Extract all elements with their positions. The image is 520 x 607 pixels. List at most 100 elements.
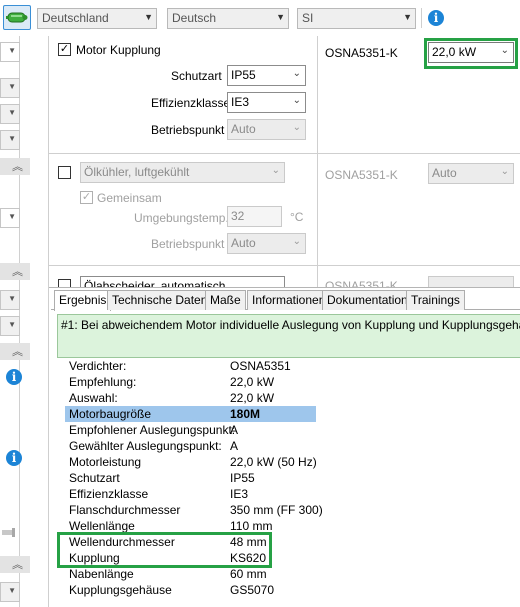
- result-value: A: [230, 439, 239, 453]
- ambient-temp-label: Umgebungstemp.: [134, 211, 229, 225]
- chevron-down-icon: ▼: [276, 12, 285, 22]
- result-label: Gewählter Auslegungspunkt:: [69, 439, 222, 453]
- result-value: 22,0 kW (50 Hz): [230, 455, 317, 469]
- result-value: 350 mm (FF 300): [230, 503, 323, 517]
- efficiency-class-value: IE3: [231, 95, 250, 109]
- motor-power-select[interactable]: 22,0 kW ⌄: [428, 42, 514, 63]
- compressor-tool-button[interactable]: [3, 5, 31, 30]
- left-select-3[interactable]: ▼: [0, 104, 20, 124]
- chevron-down-icon: ⌄: [271, 165, 280, 176]
- results-tabs: Ergebnis Technische Daten Maße Informati…: [51, 290, 520, 311]
- splitter-grip-icon: [2, 528, 15, 537]
- collapse-bar-3[interactable]: ︽: [0, 343, 30, 360]
- info-icon[interactable]: i: [6, 450, 22, 466]
- chevron-down-icon: ⌄: [292, 236, 301, 247]
- language-select[interactable]: Deutsch ▼: [167, 8, 289, 29]
- double-chevron-up-icon: ︽: [12, 346, 23, 358]
- info-icon[interactable]: i: [428, 10, 444, 26]
- efficiency-class-label: Effizienzklasse: [151, 96, 231, 110]
- result-label: Verdichter:: [69, 359, 127, 373]
- result-message: #1: Bei abweichendem Motor individuelle …: [57, 314, 520, 358]
- chevron-down-icon: ▼: [8, 212, 16, 221]
- chevron-down-icon: ⌄: [500, 166, 509, 177]
- chevron-down-icon: ⌄: [292, 95, 301, 106]
- collapse-bar-1[interactable]: ︽: [0, 158, 30, 175]
- toolbar-divider: [421, 8, 422, 28]
- motor-power-value: 22,0 kW: [432, 45, 477, 59]
- tab-technical-data[interactable]: Technische Daten: [107, 290, 213, 310]
- result-value: A: [230, 423, 239, 437]
- tab-dimensions[interactable]: Maße: [205, 290, 246, 310]
- result-label: Wellenlänge: [69, 519, 135, 533]
- country-select[interactable]: Deutschland ▼: [37, 8, 157, 29]
- chevron-down-icon: ▼: [403, 12, 412, 22]
- top-toolbar: Deutschland ▼ Deutsch ▼ SI ▼ i: [0, 0, 520, 36]
- result-value: OSNA5351: [230, 359, 291, 373]
- shared-checkbox[interactable]: ✓: [80, 191, 93, 204]
- result-value: 22,0 kW: [230, 375, 275, 389]
- left-select-4[interactable]: ▼: [0, 130, 20, 150]
- result-label: Empfehlung:: [69, 375, 137, 389]
- left-select-7[interactable]: ▼: [0, 316, 20, 336]
- protection-class-select[interactable]: IP55 ⌄: [227, 65, 306, 86]
- country-select-value: Deutschland: [42, 11, 109, 25]
- chevron-down-icon: ▼: [8, 82, 16, 91]
- double-chevron-up-icon: ︽: [12, 161, 23, 173]
- tab-documentation[interactable]: Dokumentation: [322, 290, 413, 310]
- shared-label: Gemeinsam: [97, 191, 162, 205]
- oil-cooler-type-value: Ölkühler, luftgekühlt: [84, 165, 190, 179]
- oil-cooler-checkbox[interactable]: [58, 166, 71, 179]
- oil-cooler-power-value: Auto: [432, 166, 457, 180]
- chevron-down-icon: ⌄: [292, 122, 301, 133]
- units-select[interactable]: SI ▼: [297, 8, 416, 29]
- left-select-2[interactable]: ▼: [0, 78, 20, 98]
- oil-cooler-operating-point-select[interactable]: Auto ⌄: [227, 233, 306, 254]
- chevron-down-icon: ⌄: [500, 45, 509, 56]
- operating-point-select[interactable]: Auto ⌄: [227, 119, 306, 140]
- tab-result[interactable]: Ergebnis: [54, 290, 112, 311]
- units-select-value: SI: [302, 11, 314, 25]
- chevron-down-icon: ▼: [144, 12, 153, 22]
- left-select-6[interactable]: ▼: [0, 290, 20, 310]
- coupling-highlight-box: [57, 532, 272, 568]
- oil-cooler-power-select[interactable]: Auto ⌄: [428, 163, 514, 184]
- double-chevron-up-icon: ︽: [12, 266, 23, 278]
- collapse-bar-2[interactable]: ︽: [0, 263, 30, 280]
- operating-point-label: Betriebspunkt: [151, 123, 225, 137]
- splitter-handle[interactable]: [2, 527, 20, 539]
- chevron-down-icon: ▼: [8, 586, 16, 595]
- compressor-icon: [6, 12, 28, 23]
- language-select-value: Deutsch: [172, 11, 217, 25]
- info-icon[interactable]: i: [6, 369, 22, 385]
- ambient-temp-input[interactable]: 32: [227, 206, 282, 227]
- result-label: Motorleistung: [69, 455, 142, 469]
- chevron-down-icon: ⌄: [292, 68, 301, 79]
- result-label: Effizienzklasse: [69, 487, 149, 501]
- result-label: Nabenlänge: [69, 567, 134, 581]
- left-select-1[interactable]: ▼: [0, 42, 20, 62]
- oil-cooler-model-label: OSNA5351-K: [325, 168, 398, 182]
- motor-coupling-checkbox[interactable]: ✓: [58, 43, 71, 56]
- protection-class-value: IP55: [231, 68, 256, 82]
- result-value: IP55: [230, 471, 255, 485]
- tab-information[interactable]: Informationen: [247, 290, 331, 310]
- grid-row-divider: [49, 153, 520, 154]
- left-select-5[interactable]: ▼: [0, 208, 20, 228]
- left-select-8[interactable]: ▼: [0, 582, 20, 602]
- result-label: Kupplungsgehäuse: [69, 583, 172, 597]
- result-label: Schutzart: [69, 471, 120, 485]
- tab-trainings[interactable]: Trainings: [406, 290, 465, 310]
- result-label: Flanschdurchmesser: [69, 503, 181, 517]
- result-label: Auswahl:: [69, 391, 118, 405]
- collapse-bar-4[interactable]: ︽: [0, 556, 30, 573]
- motor-model-label: OSNA5351-K: [325, 46, 398, 60]
- operating-point-value: Auto: [231, 122, 256, 136]
- chevron-down-icon: ▼: [8, 134, 16, 143]
- efficiency-class-select[interactable]: IE3 ⌄: [227, 92, 306, 113]
- oil-cooler-type-select[interactable]: Ölkühler, luftgekühlt ⌄: [80, 162, 285, 183]
- result-label: Empfohlener Auslegungspunkt:: [69, 423, 236, 437]
- ambient-temp-unit: °C: [290, 210, 304, 224]
- motor-coupling-label: Motor Kupplung: [76, 43, 161, 57]
- result-value: GS5070: [230, 583, 275, 597]
- oil-cooler-operating-point-value: Auto: [231, 236, 256, 250]
